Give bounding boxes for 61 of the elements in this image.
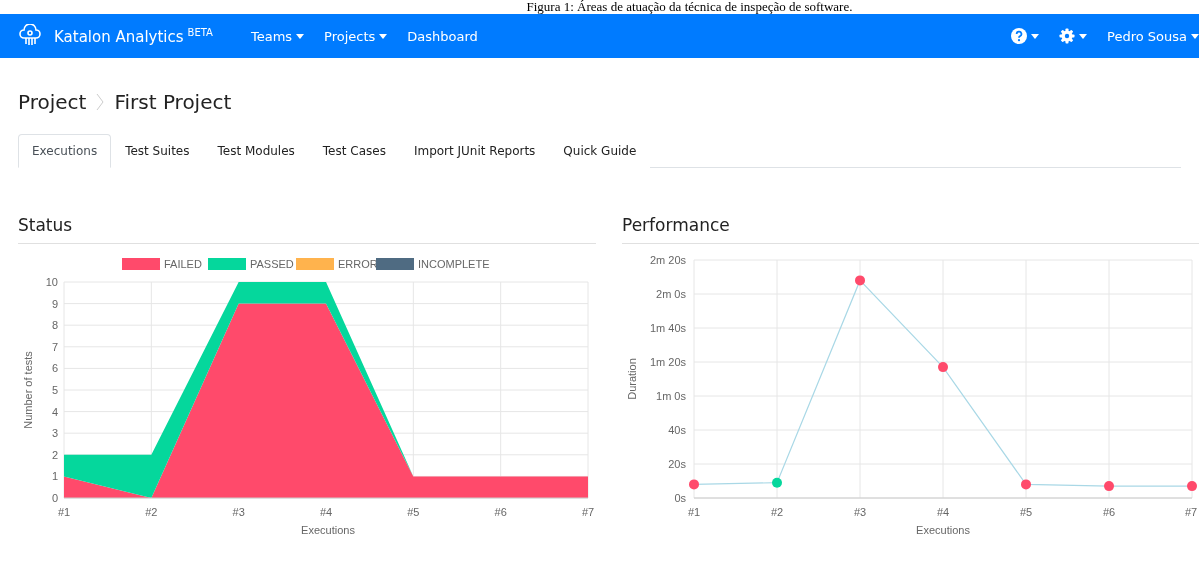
- tick-label: 1m 20s: [649, 356, 686, 368]
- tick-label: 7: [51, 340, 58, 353]
- tick-label: #6: [1102, 506, 1116, 518]
- caret-icon: [1031, 33, 1040, 39]
- cloud-logo-icon: [18, 24, 42, 48]
- chevron-right-icon: [96, 93, 105, 111]
- tick-label: #3: [232, 506, 245, 518]
- tick-label: #5: [407, 506, 420, 518]
- tick-label: 1m 40s: [649, 322, 686, 334]
- tick-label: 8: [51, 319, 58, 332]
- axis-title: Executions: [301, 524, 355, 536]
- tick-label: 3: [51, 427, 58, 440]
- tick-label: 10: [45, 276, 58, 288]
- figure-caption: Figura 1: Áreas de atuação da técnica de inspeção de software.: [526, 0, 853, 14]
- tick-label: #5: [1019, 506, 1033, 518]
- brand-name[interactable]: Katalon Analytics $^{BETA}$: [54, 26, 213, 46]
- tick-label: #2: [145, 506, 158, 518]
- legend-label: ERROR: [338, 258, 378, 270]
- tick-label: #7: [581, 506, 595, 518]
- tab[interactable]: Executions: [18, 134, 112, 168]
- tick-label: 1m 0s: [656, 390, 686, 402]
- tick-label: 2: [51, 448, 58, 461]
- tick-label: 4: [51, 405, 58, 418]
- tick-label: 9: [51, 297, 58, 310]
- settings-icon: [1059, 28, 1076, 44]
- tick-label: 2m 20s: [649, 254, 686, 266]
- tick-label: 2m 0s: [656, 288, 686, 300]
- tick-label: #4: [936, 506, 950, 518]
- tick-label: #3: [853, 506, 867, 518]
- legend-label: PASSED: [250, 258, 294, 270]
- tick-label: #1: [57, 506, 71, 518]
- help-icon: [1011, 28, 1028, 44]
- axis-title: Number of tests: [22, 351, 34, 429]
- tick-label: #4: [319, 506, 333, 518]
- tick-label: 0s: [674, 492, 686, 504]
- nav-link[interactable]: Teams: [250, 28, 305, 44]
- axis-title: Executions: [916, 524, 970, 536]
- nav-link[interactable]: Projects: [324, 28, 388, 44]
- user-menu[interactable]: Pedro Sousa: [1107, 28, 1199, 44]
- tick-label: #2: [770, 506, 784, 518]
- page-title: First Project: [114, 90, 232, 114]
- tick-label: #6: [494, 506, 507, 518]
- tick-label: #1: [687, 506, 701, 518]
- settings-menu[interactable]: [1059, 28, 1088, 44]
- tick-label: 0: [51, 492, 58, 504]
- caret-icon: [1191, 33, 1199, 39]
- help-menu[interactable]: [1011, 28, 1040, 44]
- axis-title: Duration: [626, 358, 638, 400]
- tick-label: 6: [51, 362, 58, 375]
- legend-label: INCOMPLETE: [418, 258, 490, 270]
- nav-link[interactable]: Dashboard: [407, 28, 478, 44]
- section-heading: Status: [18, 215, 596, 244]
- legend-label: FAILED: [164, 258, 202, 270]
- tick-label: #7: [1184, 506, 1198, 518]
- section-heading: Performance: [622, 215, 1199, 244]
- tick-label: 20s: [668, 458, 686, 470]
- caret-icon: [1079, 33, 1088, 39]
- tick-label: 5: [51, 384, 58, 396]
- tick-label: 40s: [668, 424, 686, 436]
- breadcrumb-link[interactable]: Project: [18, 90, 87, 114]
- tick-label: 1: [51, 470, 58, 483]
